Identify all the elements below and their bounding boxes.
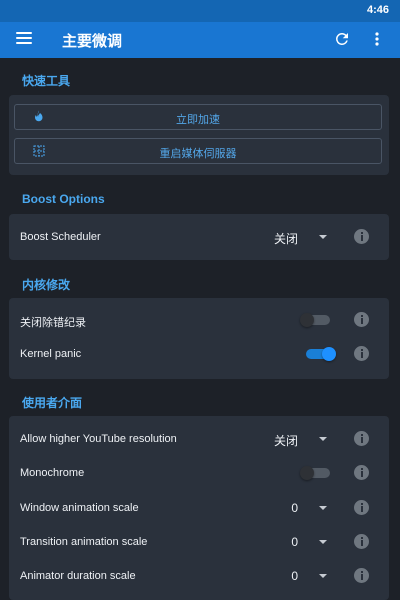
window-animation-scale-label: Window animation scale (20, 502, 139, 514)
info-icon[interactable] (354, 312, 369, 327)
restart-media-server-label: 重启媒体伺服器 (159, 148, 237, 160)
section-title-ui: 使用者介面 (22, 396, 83, 410)
status-time: 4:46 (366, 4, 389, 16)
boost-now-button[interactable]: 立即加速 (14, 104, 382, 130)
more-vert-icon[interactable] (370, 30, 384, 48)
disable-debug-log-label: 关闭除错纪录 (20, 317, 86, 329)
section-title-quick-tools: 快速工具 (22, 74, 71, 88)
kernel-card (9, 298, 389, 379)
section-title-kernel: 内核修改 (22, 278, 71, 292)
app-bar: 主要微调 (0, 22, 400, 58)
youtube-resolution-label: Allow higher YouTube resolution (20, 433, 177, 445)
animator-duration-scale-value[interactable]: 0 (270, 569, 298, 583)
chevron-down-icon[interactable] (319, 235, 327, 239)
info-icon[interactable] (354, 465, 369, 480)
page-title: 主要微调 (62, 33, 123, 50)
info-icon[interactable] (354, 346, 369, 361)
boost-scheduler-value[interactable]: 关闭 (250, 230, 298, 247)
info-icon[interactable] (354, 431, 369, 446)
menu-icon[interactable] (16, 32, 32, 46)
monochrome-label: Monochrome (20, 467, 85, 479)
chevron-down-icon[interactable] (319, 437, 327, 441)
chevron-down-icon[interactable] (319, 540, 327, 544)
info-icon[interactable] (354, 568, 369, 583)
transition-animation-scale-label: Transition animation scale (20, 536, 148, 548)
info-icon[interactable] (354, 500, 369, 515)
restart-media-server-button[interactable]: 重启媒体伺服器 (14, 138, 382, 164)
section-title-boost-options: Boost Options (22, 192, 105, 206)
info-icon[interactable] (354, 229, 369, 244)
window-animation-scale-value[interactable]: 0 (270, 501, 298, 515)
refresh-icon[interactable] (333, 30, 351, 48)
kernel-panic-label: Kernel panic (20, 348, 82, 360)
animator-duration-scale-label: Animator duration scale (20, 570, 136, 582)
chevron-down-icon[interactable] (319, 574, 327, 578)
boost-now-label: 立即加速 (176, 114, 220, 126)
info-icon[interactable] (354, 534, 369, 549)
boost-scheduler-label: Boost Scheduler (20, 231, 101, 243)
youtube-resolution-value[interactable]: 关闭 (250, 432, 298, 449)
transition-animation-scale-value[interactable]: 0 (270, 535, 298, 549)
chevron-down-icon[interactable] (319, 506, 327, 510)
status-bar: 4:46 (0, 0, 400, 22)
